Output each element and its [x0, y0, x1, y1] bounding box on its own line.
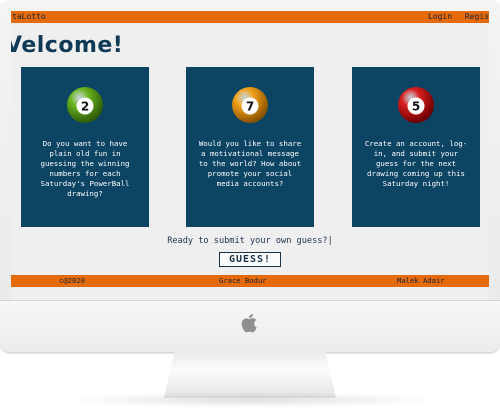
ball-number: 5	[412, 100, 420, 114]
footer-copyright: c@2020	[59, 276, 85, 285]
lottery-ball-icon: 2	[67, 87, 103, 123]
info-card-message: 7 Would you like to share a motivational…	[186, 67, 314, 227]
footer-bar: c@2020 Grace Bodur Malek Adair	[11, 275, 489, 287]
ball-number: 2	[81, 100, 89, 114]
ball-number: 7	[246, 100, 254, 114]
footer-author-2: Malek Adair	[397, 276, 445, 285]
guess-button[interactable]: GUESS!	[219, 252, 281, 267]
card-text: Do you want to have plain old fun in gue…	[40, 139, 130, 198]
lottery-ball-icon: 7	[232, 87, 268, 123]
top-nav-bar: taLotto Login Regis	[11, 11, 489, 23]
page-title: Velcome!	[11, 33, 124, 58]
stand-shadow	[60, 392, 440, 408]
card-text: Create an account, log-in, and submit yo…	[364, 139, 468, 188]
screen: taLotto Login Regis Velcome! 2 Do you wa…	[11, 11, 489, 300]
apple-logo-icon	[241, 314, 257, 333]
register-link[interactable]: Regis	[465, 12, 489, 21]
card-text: Would you like to share a motivational m…	[198, 139, 302, 188]
brand-logo[interactable]: taLotto	[12, 11, 46, 23]
lottery-ball-icon: 5	[398, 87, 434, 123]
nav-links: Login Regis	[420, 11, 489, 23]
monitor-chin	[0, 301, 500, 352]
footer-author-1: Grace Bodur	[219, 276, 267, 285]
monitor-frame: taLotto Login Regis Velcome! 2 Do you wa…	[0, 0, 500, 352]
info-card-fun: 2 Do you want to have plain old fun in g…	[21, 67, 149, 227]
guess-prompt: Ready to submit your own guess?|	[167, 236, 333, 246]
login-link[interactable]: Login	[428, 12, 452, 21]
info-card-account: 5 Create an account, log-in, and submit …	[352, 67, 480, 227]
